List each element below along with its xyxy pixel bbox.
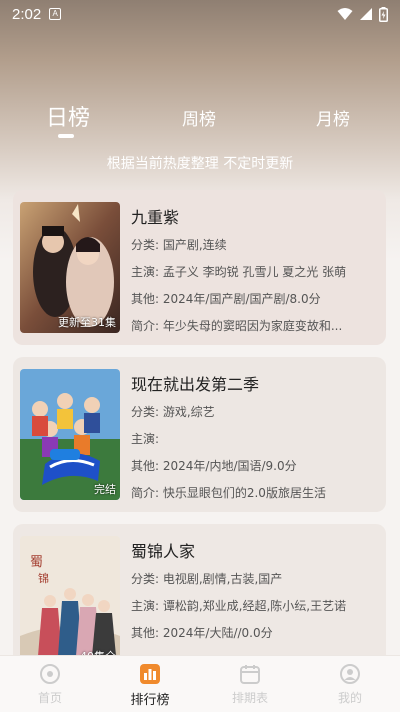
wifi-icon — [337, 8, 353, 20]
item-other: 其他: 2024年/国产剧/国产剧/8.0分 — [131, 292, 321, 306]
item-category: 分类: 游戏,综艺 — [131, 405, 215, 419]
item-title: 现在就出发第二季 — [131, 375, 260, 394]
item-cast: 主演: 孟子义 李昀锐 孔雪儿 夏之光 张萌 — [131, 265, 347, 279]
profile-icon — [340, 664, 360, 684]
item-other: 其他: 2024年/内地/国语/9.0分 — [131, 459, 297, 473]
bottom-nav: 首页 排行榜 排期表 我的 — [0, 655, 400, 712]
svg-text:蜀: 蜀 — [30, 555, 43, 570]
notification-icon: A — [49, 8, 62, 20]
item-category: 分类: 国产剧,连续 — [131, 238, 227, 252]
tab-daily[interactable]: 日榜 — [46, 100, 90, 132]
active-tab-indicator — [58, 134, 74, 138]
list-item[interactable]: 完结 现在就出发第二季 分类: 游戏,综艺 主演: 其他: 2024年/内地/国… — [13, 357, 386, 512]
tab-monthly[interactable]: 月榜 — [316, 105, 350, 130]
nav-home[interactable]: 首页 — [10, 656, 90, 712]
calendar-icon — [240, 665, 260, 684]
tab-weekly[interactable]: 周榜 — [182, 105, 216, 130]
item-cast: 主演: — [131, 432, 160, 446]
poster-image: 更新至31集 — [20, 202, 120, 333]
nav-schedule[interactable]: 排期表 — [210, 656, 290, 712]
signal-icon — [360, 8, 372, 20]
poster-image: 完结 — [20, 369, 120, 500]
item-intro: 简介: 年少失母的窦昭因为家庭变故和... — [131, 319, 343, 333]
ranking-subtitle: 根据当前热度整理 不定时更新 — [106, 156, 294, 172]
item-other: 其他: 2024年/大陆//0.0分 — [131, 626, 273, 640]
item-category: 分类: 电视剧,剧情,古装,国产 — [131, 572, 283, 586]
home-icon — [40, 664, 60, 684]
item-title: 蜀锦人家 — [131, 542, 196, 561]
item-intro: 简介: 快乐显眼包们的2.0版旅居生活 — [131, 486, 326, 500]
nav-profile[interactable]: 我的 — [310, 656, 390, 712]
nav-home-label: 首页 — [37, 691, 62, 705]
battery-icon — [379, 6, 388, 22]
episode-badge: 完结 — [94, 483, 116, 496]
nav-ranking[interactable]: 排行榜 — [110, 656, 190, 712]
item-cast: 主演: 谭松韵,郑业成,经超,陈小纭,王艺诺 — [131, 599, 347, 613]
svg-text:锦: 锦 — [38, 571, 49, 585]
nav-ranking-label: 排行榜 — [130, 693, 170, 708]
item-title: 九重紫 — [131, 208, 180, 227]
poster-image: 蜀 锦 40集全 — [20, 536, 120, 667]
nav-profile-label: 我的 — [337, 691, 362, 705]
ranking-tabs: 日榜 周榜 月榜 — [0, 100, 400, 140]
status-bar: 2:02 A — [0, 0, 400, 28]
episode-badge: 更新至31集 — [58, 316, 116, 329]
status-time: 2:02 — [12, 5, 42, 23]
nav-schedule-label: 排期表 — [231, 691, 268, 705]
ranking-icon — [140, 664, 160, 684]
list-item[interactable]: 更新至31集 九重紫 分类: 国产剧,连续 主演: 孟子义 李昀锐 孔雪儿 夏之… — [13, 190, 386, 345]
